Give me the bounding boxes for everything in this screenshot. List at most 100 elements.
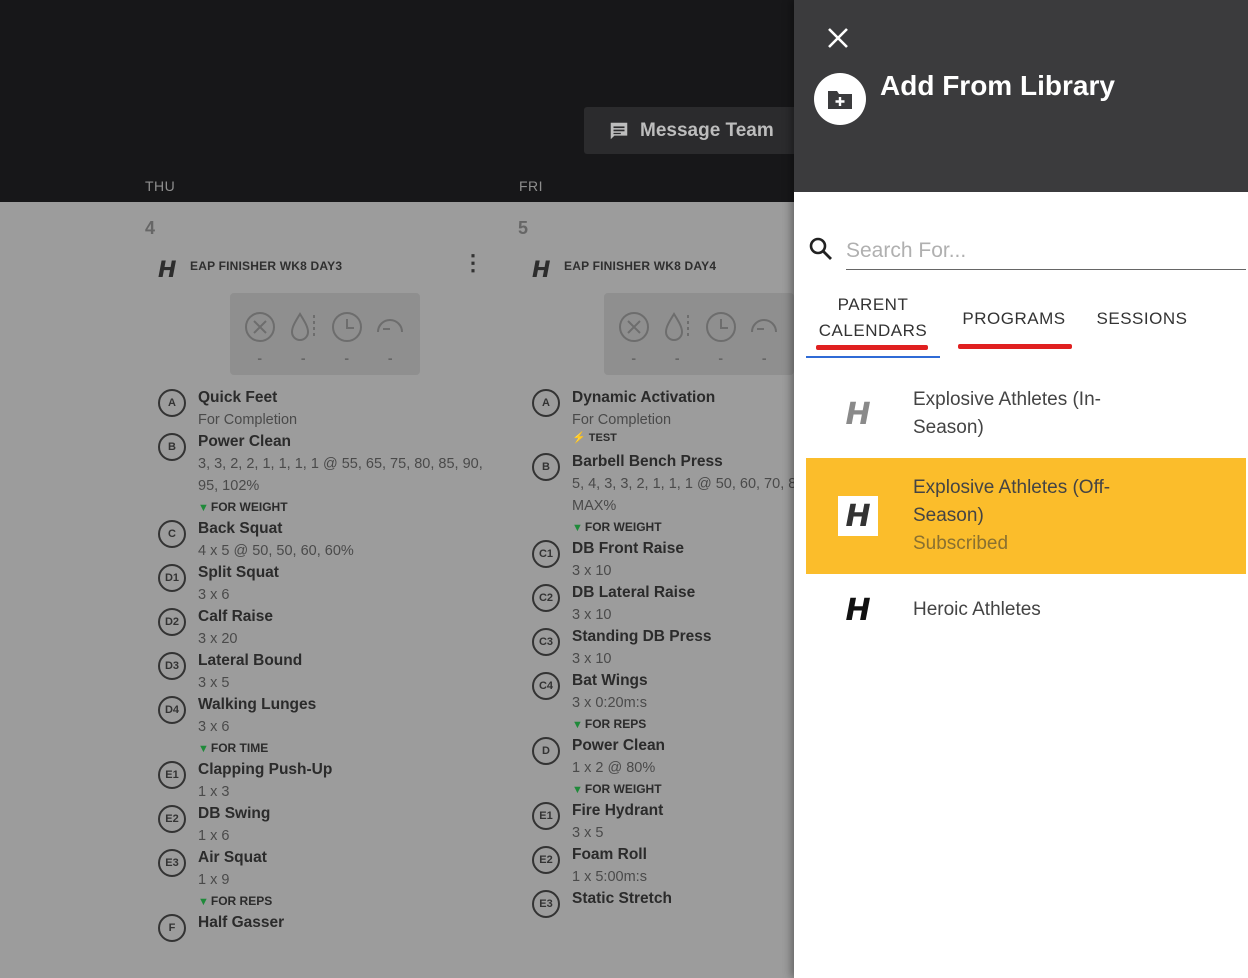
calendar-logo-icon: H: [838, 496, 878, 536]
list-item[interactable]: H Heroic Athletes: [806, 574, 1246, 646]
exercise-badge: A: [158, 389, 186, 417]
session-logo-icon: H: [532, 258, 551, 283]
exercise-badge: D3: [158, 652, 186, 680]
exercise-detail: 1 x 3: [198, 784, 230, 800]
subscribed-status: Subscribed: [913, 533, 1009, 554]
exercise-detail: 3 x 20: [198, 631, 238, 647]
session-column-thu: H EAP FINISHER WK8 DAY3 ⋮ - - - - A Quick…: [158, 252, 498, 956]
exercise-detail: 3 x 6: [198, 587, 230, 603]
exercise-detail: 3 x 6: [198, 719, 230, 735]
exercise-badge: A: [532, 389, 560, 417]
exercise-badge: C: [158, 520, 186, 548]
exercise-name: Lateral Bound: [198, 652, 303, 669]
session-title[interactable]: EAP FINISHER WK8 DAY3: [190, 259, 452, 273]
add-from-library-panel: Add From Library PARENT CALENDARS PROGRA…: [794, 0, 1248, 978]
exercise-item[interactable]: E1 Clapping Push-Up 1 x 3: [158, 759, 498, 803]
arrow-down-icon: ▼: [572, 522, 583, 534]
list-item-selected[interactable]: H Explosive Athletes (Off-Season) Subscr…: [806, 458, 1246, 574]
exercise-badge: C1: [532, 540, 560, 568]
arrow-down-icon: ▼: [572, 784, 583, 796]
drop-icon: [291, 312, 316, 341]
folder-add-icon: [814, 73, 866, 125]
session-stats: - - - -: [230, 293, 420, 375]
panel-header: Add From Library: [794, 0, 1248, 192]
message-team-label: Message Team: [640, 119, 774, 141]
exercise-tag: ▼ FOR REPS: [198, 894, 273, 908]
exercise-item[interactable]: F Half Gasser: [158, 912, 498, 956]
exercise-detail: 3 x 5: [198, 675, 230, 691]
exercise-badge: E3: [158, 849, 186, 877]
exercise-badge: C2: [532, 584, 560, 612]
gauge-icon: [751, 319, 778, 333]
tab-parent-calendars[interactable]: PARENT CALENDARS: [806, 292, 940, 358]
day-number-fri: 5: [518, 218, 529, 238]
exercise-badge: E1: [158, 761, 186, 789]
exercise-item[interactable]: D1 Split Squat 3 x 6: [158, 562, 498, 606]
message-icon: [610, 122, 628, 139]
calendar-logo-icon: H: [845, 592, 871, 628]
exercise-name: Power Clean: [198, 433, 292, 450]
drop-icon: [665, 312, 690, 341]
exercise-name: Back Squat: [198, 520, 283, 537]
exercise-badge: F: [158, 914, 186, 942]
exercise-item[interactable]: D3 Lateral Bound 3 x 5: [158, 650, 498, 694]
day-number-thu: 4: [145, 218, 156, 238]
message-team-button[interactable]: Message Team: [584, 107, 814, 154]
close-icon: [828, 28, 848, 48]
bolt-icon: ⚡: [572, 432, 589, 444]
arrow-down-icon: ▼: [198, 896, 209, 908]
exercise-badge: E1: [532, 802, 560, 830]
exercise-badge: E3: [532, 890, 560, 918]
item-name: Heroic Athletes: [913, 599, 1041, 620]
list-item[interactable]: H Explosive Athletes (In-Season): [806, 370, 1246, 458]
arrow-down-icon: ▼: [572, 719, 583, 731]
exercise-tag: ▼ FOR WEIGHT: [198, 500, 288, 514]
exercise-item[interactable]: C Back Squat 4 x 5 @ 50, 50, 60, 60%: [158, 518, 498, 562]
library-tabs: PARENT CALENDARS PROGRAMS SESSIONS: [806, 292, 1246, 362]
library-list: H Explosive Athletes (In-Season) H Explo…: [806, 370, 1246, 646]
arrow-down-icon: ▼: [198, 743, 209, 755]
exercise-name: Split Squat: [198, 564, 279, 581]
day-label-fri: FRI: [519, 178, 544, 194]
close-button[interactable]: [824, 24, 852, 52]
tab-programs[interactable]: PROGRAMS: [954, 306, 1074, 349]
exercise-item[interactable]: D2 Calf Raise 3 x 20: [158, 606, 498, 650]
exercise-detail: 1 x 9: [198, 872, 230, 888]
exercise-item[interactable]: A Quick Feet For Completion: [158, 387, 498, 431]
exercise-detail: 4 x 5 @ 50, 50, 60, 60%: [198, 543, 354, 559]
search-icon: [809, 237, 832, 260]
exercise-badge: E2: [158, 805, 186, 833]
session-logo-icon: H: [158, 258, 177, 283]
exercise-item[interactable]: D4 Walking Lunges 3 x 6 ▼ FOR TIME: [158, 694, 498, 759]
more-options-icon[interactable]: ⋮: [462, 252, 484, 274]
session-stats: - - - -: [604, 293, 794, 375]
panel-title: Add From Library: [880, 70, 1115, 101]
annotation-underline: [958, 344, 1072, 349]
exercise-name: DB Swing: [198, 805, 271, 822]
exercise-badge: D: [532, 737, 560, 765]
exercise-item[interactable]: E2 DB Swing 1 x 6: [158, 803, 498, 847]
exercise-name: Calf Raise: [198, 608, 273, 625]
exercise-name: Clapping Push-Up: [198, 761, 333, 778]
exercise-name: Air Squat: [198, 849, 267, 866]
exercise-badge: D4: [158, 696, 186, 724]
exercise-tag: ▼ FOR TIME: [198, 741, 269, 755]
gauge-icon: [377, 319, 404, 333]
annotation-underline: [816, 345, 928, 350]
arrow-down-icon: ▼: [198, 502, 209, 514]
tab-sessions[interactable]: SESSIONS: [1092, 306, 1192, 332]
exercise-badge: C3: [532, 628, 560, 656]
clock-icon: [331, 312, 362, 342]
exercise-name: Quick Feet: [198, 389, 278, 406]
exercise-badge: D1: [158, 564, 186, 592]
exercise-detail: 1 x 6: [198, 828, 230, 844]
exercise-badge: C4: [532, 672, 560, 700]
search-bar: [808, 232, 1246, 272]
exercise-detail: For Completion: [198, 412, 298, 428]
item-name: Explosive Athletes (Off-Season): [913, 477, 1111, 526]
exercise-item[interactable]: E3 Air Squat 1 x 9 ▼ FOR REPS: [158, 847, 498, 912]
search-input[interactable]: [846, 232, 1246, 270]
calendar-logo-icon: H: [845, 396, 871, 432]
exercise-item[interactable]: B Power Clean 3, 3, 2, 2, 1, 1, 1, 1 @ 55,…: [158, 431, 498, 518]
exercise-detail: 3, 3, 2, 2, 1, 1, 1, 1 @ 55, 65, 75, 80,…: [198, 456, 483, 494]
